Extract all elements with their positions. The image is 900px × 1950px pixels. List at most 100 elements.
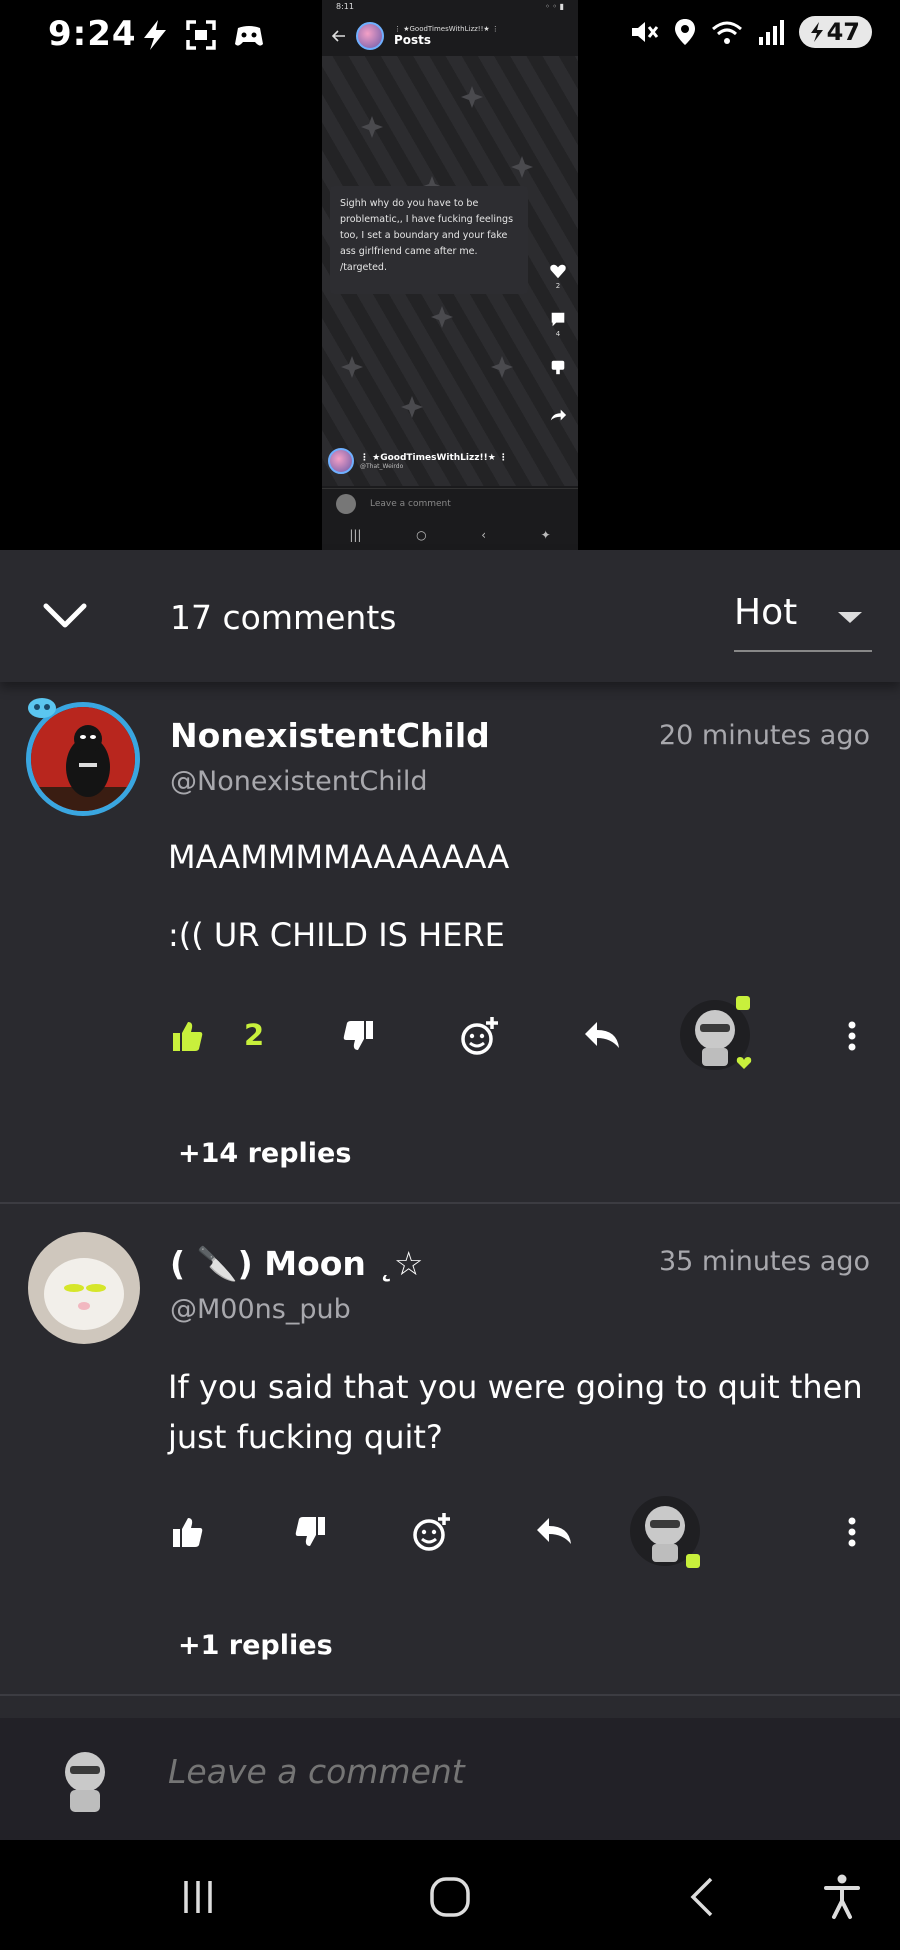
reply-arrow-icon (585, 1022, 619, 1048)
reactor-badge (686, 1554, 700, 1568)
dislike-icon[interactable] (549, 358, 567, 376)
comment-text: If you said that you were going to quit … (168, 1368, 863, 1456)
preview-status-bar: 8:11 ◦ ◦ ▮ (322, 0, 578, 16)
like-button[interactable] (164, 1012, 212, 1060)
thumbs-down-icon (295, 1517, 325, 1546)
chevron-down-icon[interactable] (40, 596, 90, 636)
thumbs-up-icon (173, 1518, 203, 1547)
battery-level: 47 (826, 18, 860, 46)
battery-icon: 47 (798, 16, 872, 48)
preview-status-icons: ◦ ◦ ▮ (545, 2, 564, 11)
preview-author-name: ⋮ ★GoodTimesWithLizz!!★ ⋮ (360, 452, 508, 463)
preview-comment-placeholder: Leave a comment (370, 498, 451, 509)
more-vertical-icon (848, 1517, 856, 1547)
comment-author-handle: @NonexistentChild (170, 766, 428, 797)
thumbs-down-icon (343, 1021, 373, 1050)
comment-text-line1: MAAMMMMAAAAAAA (168, 838, 510, 876)
like-button[interactable] (164, 1508, 212, 1556)
accessibility-icon (824, 1874, 860, 1919)
preview-like-count: 2 (555, 282, 561, 290)
react-button[interactable] (408, 1508, 456, 1556)
preview-recents-icon: ||| (349, 528, 362, 542)
comment-actions: 2 (0, 996, 900, 1080)
preview-header-subtitle: ⋮ ★GoodTimesWithLizz!!★ ⋮ (394, 25, 499, 33)
leave-comment-bar (0, 1718, 900, 1840)
home-icon (430, 1877, 470, 1917)
back-arrow-icon[interactable] (332, 29, 346, 43)
preview-comment-count: 4 (555, 330, 561, 338)
preview-nav-bar: ||| ○ ‹ ✦ (322, 520, 578, 550)
crown-badge-icon (28, 698, 56, 718)
recents-button[interactable] (168, 1870, 228, 1924)
comment-author-name[interactable]: NonexistentChild (170, 716, 490, 755)
sort-selected: Hot (734, 592, 798, 633)
preview-status-time: 8:11 (336, 2, 354, 11)
preview-home-icon: ○ (416, 528, 427, 542)
comment-divider (0, 1694, 900, 1696)
comment-timestamp: 20 minutes ago (658, 720, 870, 751)
sort-dropdown[interactable]: Hot (734, 588, 872, 652)
recents-icon (184, 1881, 212, 1913)
wifi-icon (711, 21, 742, 44)
like-count: 2 (244, 1018, 265, 1052)
accessibility-button[interactable] (812, 1870, 872, 1924)
comment-text-line2: :(( UR CHILD IS HERE (168, 916, 505, 954)
flash-icon (144, 20, 166, 50)
add-reaction-icon (461, 1017, 498, 1055)
status-left-icons (140, 18, 266, 52)
system-nav-bar (0, 1840, 900, 1950)
preview-author[interactable]: ⋮ ★GoodTimesWithLizz!!★ ⋮ @That_Weirdo (328, 448, 508, 474)
screenshot-icon (186, 20, 216, 50)
reply-button[interactable] (578, 1012, 626, 1060)
comments-sheet: 17 comments Hot NonexistentChild @Nonexi… (0, 550, 900, 1840)
back-chevron-icon (690, 1877, 713, 1917)
avatar[interactable] (28, 1232, 140, 1344)
react-button[interactable] (456, 1012, 504, 1060)
preview-author-handle: @That_Weirdo (360, 462, 404, 470)
comment-author-name[interactable]: ( 🔪) Moon ˛☆ (170, 1244, 423, 1284)
back-button[interactable] (672, 1870, 732, 1924)
more-vertical-icon (848, 1021, 856, 1051)
preview-accessibility-icon: ✦ (540, 528, 551, 542)
more-options-button[interactable] (828, 1508, 876, 1556)
share-icon[interactable] (549, 406, 567, 424)
reactor-badge (736, 996, 750, 1010)
comment-bubble-icon[interactable] (549, 310, 567, 328)
reply-arrow-icon (537, 1518, 571, 1544)
comment-input[interactable] (168, 1752, 848, 1791)
preview-header-avatar (356, 22, 384, 50)
preview-comment-avatar (336, 493, 356, 514)
preview-back-icon: ‹ (481, 528, 486, 542)
view-replies-link[interactable]: +1 replies (178, 1630, 333, 1661)
comment-timestamp: 35 minutes ago (658, 1246, 870, 1277)
view-replies-link[interactable]: +14 replies (178, 1138, 351, 1169)
dislike-button[interactable] (334, 1012, 382, 1060)
comment-item: NonexistentChild @NonexistentChild 20 mi… (0, 682, 900, 1102)
status-right-icons: 47 (629, 16, 872, 48)
comments-header: 17 comments Hot (0, 550, 900, 682)
home-button[interactable] (420, 1870, 480, 1924)
preview-comment-bar[interactable]: Leave a comment (322, 488, 578, 518)
caret-down-icon (838, 612, 862, 623)
gamepad-icon (235, 26, 263, 46)
user-avatar (65, 1752, 105, 1812)
comment-count: 17 comments (170, 598, 397, 637)
comment-author-handle: @M00ns_pub (170, 1294, 351, 1325)
preview-header-title: Posts (394, 33, 432, 47)
preview-author-avatar (328, 448, 354, 474)
thumbs-up-icon (173, 1022, 203, 1051)
mute-icon (631, 22, 658, 42)
heart-icon[interactable] (549, 262, 567, 280)
preview-header: ⋮ ★GoodTimesWithLizz!!★ ⋮ Posts (322, 16, 578, 56)
heart-badge-icon (736, 1057, 752, 1069)
dislike-button[interactable] (286, 1508, 334, 1556)
more-options-button[interactable] (828, 1012, 876, 1060)
post-preview[interactable]: 8:11 ◦ ◦ ▮ ⋮ ★GoodTimesWithLizz!!★ ⋮ Pos… (322, 0, 578, 550)
location-icon (674, 19, 695, 45)
comment-item: ( 🔪) Moon ˛☆ @M00ns_pub 35 minutes ago I… (0, 1204, 900, 1604)
reply-button[interactable] (530, 1508, 578, 1556)
preview-actions: 2 4 (546, 262, 570, 426)
add-reaction-icon (413, 1513, 450, 1551)
comment-actions (0, 1496, 900, 1576)
preview-post-text: Sighh why do you have to be problematic,… (330, 186, 528, 294)
